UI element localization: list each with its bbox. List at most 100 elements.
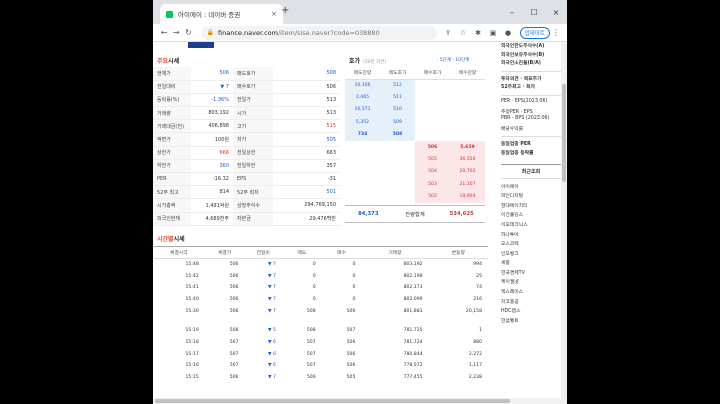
scrollbar-thumb[interactable] (562, 84, 566, 182)
sidepanel-icon[interactable]: ▣ (486, 29, 501, 37)
quote-value: 294,769,150 (273, 198, 340, 213)
sidebar-label: 52주최고 · 최저 (501, 85, 535, 91)
recent-item-link[interactable]: 파인디지털 (501, 192, 561, 202)
orderbook-sell-row: 5,352 509 (345, 116, 485, 129)
trade-price: 508 (229, 328, 239, 334)
trade-ask: 507 (306, 339, 316, 345)
recent-item-link[interactable]: 하나투어 (501, 231, 561, 241)
extensions-icon[interactable]: ✱ (471, 29, 486, 37)
orderbook-sell-row: 2,465 511 (345, 91, 485, 104)
quote-row: PER -16.32 EPS -31 (153, 172, 340, 187)
buy-qty: 20,702 (450, 165, 485, 179)
recent-item-link[interactable]: 케이엘넷 (501, 278, 561, 288)
trade-ask: 507 (306, 351, 316, 357)
quote-row: 액면가 100원 저가 505 (153, 132, 340, 147)
trade-delta: 994 (473, 262, 482, 268)
trade-delta: 216 (473, 296, 482, 302)
quote-label: 외국인현재 (153, 212, 191, 226)
quote-label: EPS (233, 172, 273, 187)
quote-label: 전일상한 (233, 146, 273, 160)
recent-item-link[interactable]: 인포뱅크 (501, 250, 561, 260)
star-icon[interactable]: ☆ (456, 29, 471, 37)
update-button[interactable]: 업데이트 (519, 26, 550, 39)
trade-time: 15:30 (185, 308, 199, 314)
sidebar-label[interactable]: 동일업종 PER (501, 140, 561, 149)
orderbook-buy-row: 505 36,556 (345, 153, 485, 166)
quote-label: 전일가 (233, 93, 273, 108)
empty-cell (450, 116, 485, 128)
new-tab-button[interactable]: + (281, 5, 289, 16)
quote-table: 현재가 506 매도호가 508 전일대비 ▼ 7 매수호가 506 등락률(%) -1.36% 전… (153, 67, 340, 226)
recent-item-link[interactable]: 엑스페이스 (501, 288, 561, 298)
trade-change: ▼ 7 (267, 296, 276, 302)
recent-item-link[interactable]: 아이에이 (501, 183, 561, 193)
recent-item-link[interactable]: 지코중공 (501, 298, 561, 308)
trade-price: 506 (229, 262, 239, 268)
scrollbar-thumb[interactable] (155, 399, 510, 403)
trade-delta: 2,238 (468, 375, 482, 381)
trade-bid: 506 (346, 351, 356, 357)
url-bar[interactable]: 🔒 finance.naver.com/item/sise.naver?code… (200, 25, 437, 40)
trade-ask: 0 (312, 285, 316, 291)
recent-item-link[interactable]: 현대에이치티 (501, 202, 561, 212)
nav-tab-indicator (188, 42, 214, 48)
trade-price: 506 (229, 285, 239, 291)
sidebar-label: PBR · BPS (2023.06) (501, 116, 550, 122)
quote-label: 상장주식수 (233, 198, 273, 213)
recent-item-link[interactable]: 이건홀딩스 (501, 211, 561, 221)
recent-views-title: 최근조회 (501, 163, 561, 179)
recent-item-link[interactable]: 이오테크닉스 (501, 221, 561, 231)
minimize-button[interactable]: – (501, 8, 523, 17)
maximize-button[interactable]: ☐ (523, 8, 545, 17)
recent-item-link[interactable]: 한국경제TV (501, 269, 561, 279)
history-header: 체결시각 (153, 246, 205, 259)
trade-change: ▼ 7 (267, 285, 276, 291)
quote-label: 거래대금(천) (153, 119, 191, 134)
trade-ask: 506 (306, 375, 316, 381)
trade-volume: 778,572 (403, 363, 423, 369)
orderbook-depth-links[interactable]: · 5단계 · 10단계 (437, 57, 469, 63)
quote-row: 52주 최고 814 52주 최저 501 (153, 185, 340, 200)
total-sell-qty: 84,373 (358, 211, 379, 217)
menu-icon[interactable]: ⋮ (550, 28, 562, 37)
quote-row: 전일대비 ▼ 7 매수호가 506 (153, 80, 340, 94)
orderbook-header: 매도잔량 (345, 67, 380, 80)
sidebar-divider (501, 94, 561, 96)
quote-value: 506 (273, 80, 340, 94)
tab-active[interactable]: 아이에이 : 네이버 증권 × (160, 4, 283, 24)
close-window-button[interactable]: × (545, 8, 567, 17)
quote-value: 506 (191, 67, 233, 81)
reload-icon[interactable]: ↻ (182, 28, 194, 37)
recent-item-link[interactable]: 세중 (501, 259, 561, 269)
separator-cell (153, 317, 488, 325)
history-row: 15:16 507 ▼ 6 507 506 778,572 1,117 (153, 360, 488, 372)
row-separator (153, 317, 488, 325)
vertical-scrollbar[interactable] (561, 42, 567, 404)
quote-value: -1.36% (191, 93, 233, 108)
quote-value: 508 (273, 67, 340, 81)
sell-price: 508 (380, 128, 415, 141)
sidebar-divider (501, 136, 561, 138)
profile-icon[interactable]: ● (501, 29, 516, 37)
trade-delta: 2,272 (468, 351, 482, 357)
page-content: 주요시세 현재가 506 매도호가 508 전일대비 ▼ 7 매수호가 506 등락률(%) -1… (153, 42, 567, 404)
history-header: 거래량 (361, 246, 429, 259)
horizontal-scrollbar[interactable] (153, 398, 561, 404)
empty-cell (450, 79, 485, 91)
recent-item-link[interactable]: 한섬벨트 (501, 317, 561, 327)
trade-time: 15:15 (185, 375, 199, 381)
recent-item-link[interactable]: HDC랩스 (501, 307, 561, 317)
empty-cell (380, 141, 415, 153)
buy-price: 505 (415, 153, 450, 166)
forward-arrow-icon[interactable]: → (170, 28, 182, 37)
trade-ask: 0 (312, 296, 316, 302)
back-arrow-icon[interactable]: ← (158, 28, 170, 37)
buy-qty: 21,107 (450, 178, 485, 191)
orderbook-total: 84,373 잔량합계 534,625 (345, 205, 485, 223)
sidebar-label[interactable]: 동일업종 등락률 (501, 149, 561, 158)
quote-value: 100원 (191, 132, 233, 147)
share-icon[interactable]: ⇪ (441, 29, 456, 37)
tab-close-icon[interactable]: × (271, 10, 277, 18)
quote-label: 현재가 (153, 67, 191, 81)
recent-item-link[interactable]: 오스코텍 (501, 240, 561, 250)
